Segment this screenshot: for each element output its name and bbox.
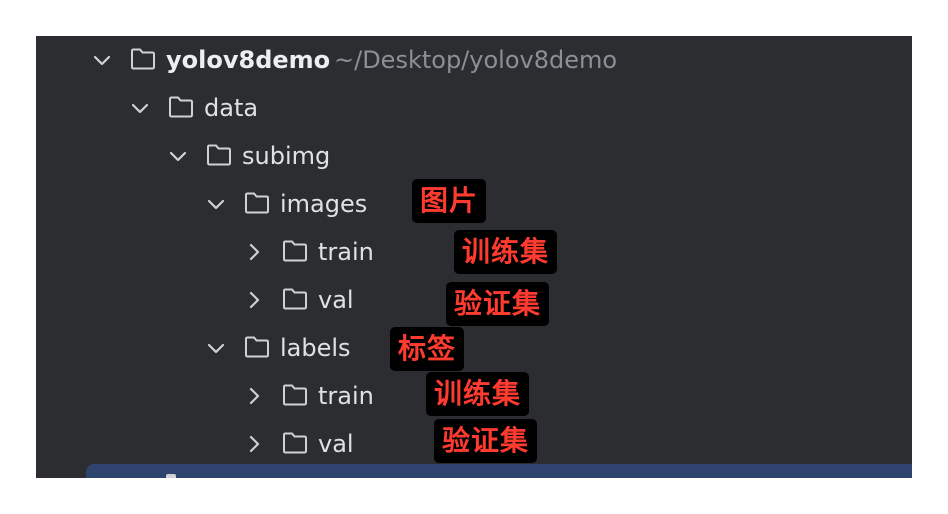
- tree-item-label: train: [318, 238, 374, 266]
- annotation-label: 训练集: [426, 372, 530, 416]
- folder-icon: [282, 383, 308, 407]
- annotation-label: 验证集: [446, 282, 550, 326]
- project-tree-panel: yolov8demo ~/Desktop/yolov8demo data sub…: [36, 36, 912, 478]
- chevron-right-icon[interactable]: [242, 432, 266, 456]
- chevron-right-icon[interactable]: [242, 240, 266, 264]
- tree-item-label: labels: [280, 334, 351, 362]
- file-icon: [166, 474, 176, 478]
- tree-item-label: subimg: [242, 142, 331, 170]
- folder-icon: [244, 335, 270, 359]
- folder-icon: [244, 191, 270, 215]
- chevron-down-icon[interactable]: [204, 192, 228, 216]
- annotation-label: 图片: [412, 179, 487, 223]
- chevron-right-icon[interactable]: [242, 288, 266, 312]
- chevron-right-icon[interactable]: [242, 384, 266, 408]
- tree-row-subimg[interactable]: subimg: [36, 132, 912, 180]
- tree-item-label: val: [318, 286, 354, 314]
- folder-icon: [168, 95, 194, 119]
- folder-icon: [282, 239, 308, 263]
- tree-row-root[interactable]: yolov8demo ~/Desktop/yolov8demo: [36, 36, 912, 84]
- tree-item-label: data: [204, 94, 259, 122]
- project-path: ~/Desktop/yolov8demo: [334, 46, 618, 74]
- chevron-down-icon[interactable]: [128, 96, 152, 120]
- chevron-down-icon[interactable]: [90, 48, 114, 72]
- annotation-label: 标签: [390, 327, 465, 371]
- chevron-down-icon[interactable]: [166, 144, 190, 168]
- tree-row-selected[interactable]: [86, 464, 912, 478]
- tree-item-label: train: [318, 382, 374, 410]
- chevron-down-icon[interactable]: [204, 336, 228, 360]
- folder-icon: [206, 143, 232, 167]
- tree-row-labels[interactable]: labels: [36, 324, 912, 372]
- tree-item-label: yolov8demo: [166, 46, 331, 74]
- tree-item-label: val: [318, 430, 354, 458]
- folder-icon: [282, 431, 308, 455]
- folder-icon: [130, 47, 156, 71]
- annotation-label: 验证集: [434, 419, 538, 463]
- tree-item-label: images: [280, 190, 368, 218]
- folder-icon: [282, 287, 308, 311]
- annotation-label: 训练集: [454, 230, 558, 274]
- tree-row-data[interactable]: data: [36, 84, 912, 132]
